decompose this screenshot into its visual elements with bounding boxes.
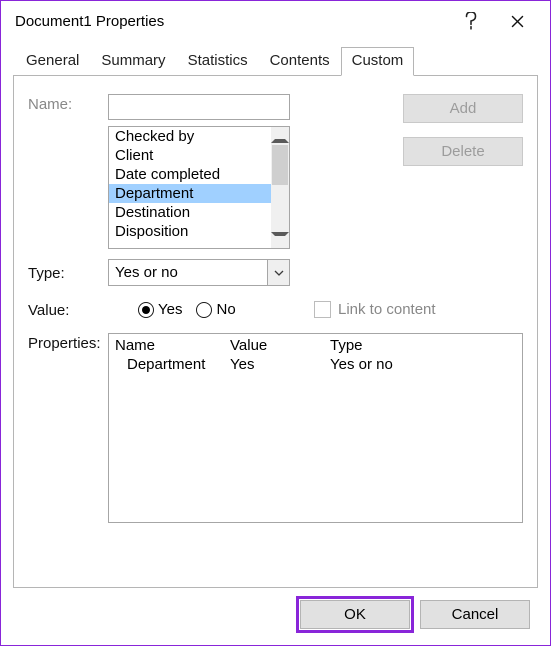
- close-icon: [511, 15, 524, 28]
- type-select[interactable]: Yes or no: [108, 259, 290, 286]
- chevron-up-icon: [271, 125, 289, 143]
- delete-button[interactable]: Delete: [403, 137, 523, 166]
- chevron-down-icon: [274, 270, 284, 276]
- radio-no[interactable]: No: [196, 301, 235, 318]
- link-to-content-checkbox[interactable]: [314, 301, 331, 318]
- scroll-thumb[interactable]: [272, 145, 288, 185]
- list-item[interactable]: Department: [109, 184, 271, 203]
- type-select-button[interactable]: [267, 260, 289, 285]
- radio-icon: [196, 302, 212, 318]
- list-item[interactable]: Disposition: [109, 222, 271, 241]
- scroll-up-button[interactable]: [271, 127, 289, 145]
- name-listbox[interactable]: Checked by Client Date completed Departm…: [108, 126, 290, 249]
- col-name: Name: [109, 337, 224, 354]
- properties-label: Properties:: [28, 333, 108, 352]
- title-bar: Document1 Properties: [1, 1, 550, 41]
- tab-strip: General Summary Statistics Contents Cust…: [13, 45, 538, 75]
- radio-yes[interactable]: Yes: [138, 301, 182, 318]
- add-button[interactable]: Add: [403, 94, 523, 123]
- list-scrollbar[interactable]: [271, 127, 289, 248]
- properties-table[interactable]: Name Value Type Department Yes Yes or no: [108, 333, 523, 523]
- properties-dialog: Document1 Properties General Summary Sta…: [0, 0, 551, 646]
- name-input[interactable]: [108, 94, 290, 120]
- tab-panel-custom: Name: Checked by Client Date completed D…: [13, 75, 538, 588]
- table-header: Name Value Type: [109, 334, 522, 354]
- tab-statistics[interactable]: Statistics: [177, 47, 259, 76]
- tab-general[interactable]: General: [15, 47, 90, 76]
- list-item[interactable]: Checked by: [109, 127, 271, 146]
- type-label: Type:: [28, 263, 108, 282]
- close-button[interactable]: [494, 6, 540, 36]
- type-select-value: Yes or no: [109, 264, 267, 281]
- link-to-content: Link to content: [314, 301, 436, 318]
- list-item[interactable]: Date completed: [109, 165, 271, 184]
- value-radiogroup: Yes No: [108, 296, 290, 323]
- help-icon: [465, 12, 477, 30]
- help-button[interactable]: [448, 6, 494, 36]
- cancel-button[interactable]: Cancel: [420, 600, 530, 629]
- col-type: Type: [324, 337, 522, 354]
- link-to-content-label: Link to content: [338, 301, 436, 318]
- col-value: Value: [224, 337, 324, 354]
- scroll-down-button[interactable]: [271, 230, 289, 248]
- list-item[interactable]: Client: [109, 146, 271, 165]
- table-row[interactable]: Department Yes Yes or no: [109, 354, 522, 373]
- list-item[interactable]: Destination: [109, 203, 271, 222]
- window-title: Document1 Properties: [15, 13, 448, 30]
- tab-custom[interactable]: Custom: [341, 47, 415, 76]
- tab-summary[interactable]: Summary: [90, 47, 176, 76]
- radio-icon: [138, 302, 154, 318]
- chevron-down-icon: [271, 232, 289, 250]
- name-label: Name:: [28, 94, 108, 113]
- tab-contents[interactable]: Contents: [259, 47, 341, 76]
- ok-button[interactable]: OK: [300, 600, 410, 629]
- value-label: Value:: [28, 300, 108, 319]
- dialog-buttons: OK Cancel: [13, 588, 538, 635]
